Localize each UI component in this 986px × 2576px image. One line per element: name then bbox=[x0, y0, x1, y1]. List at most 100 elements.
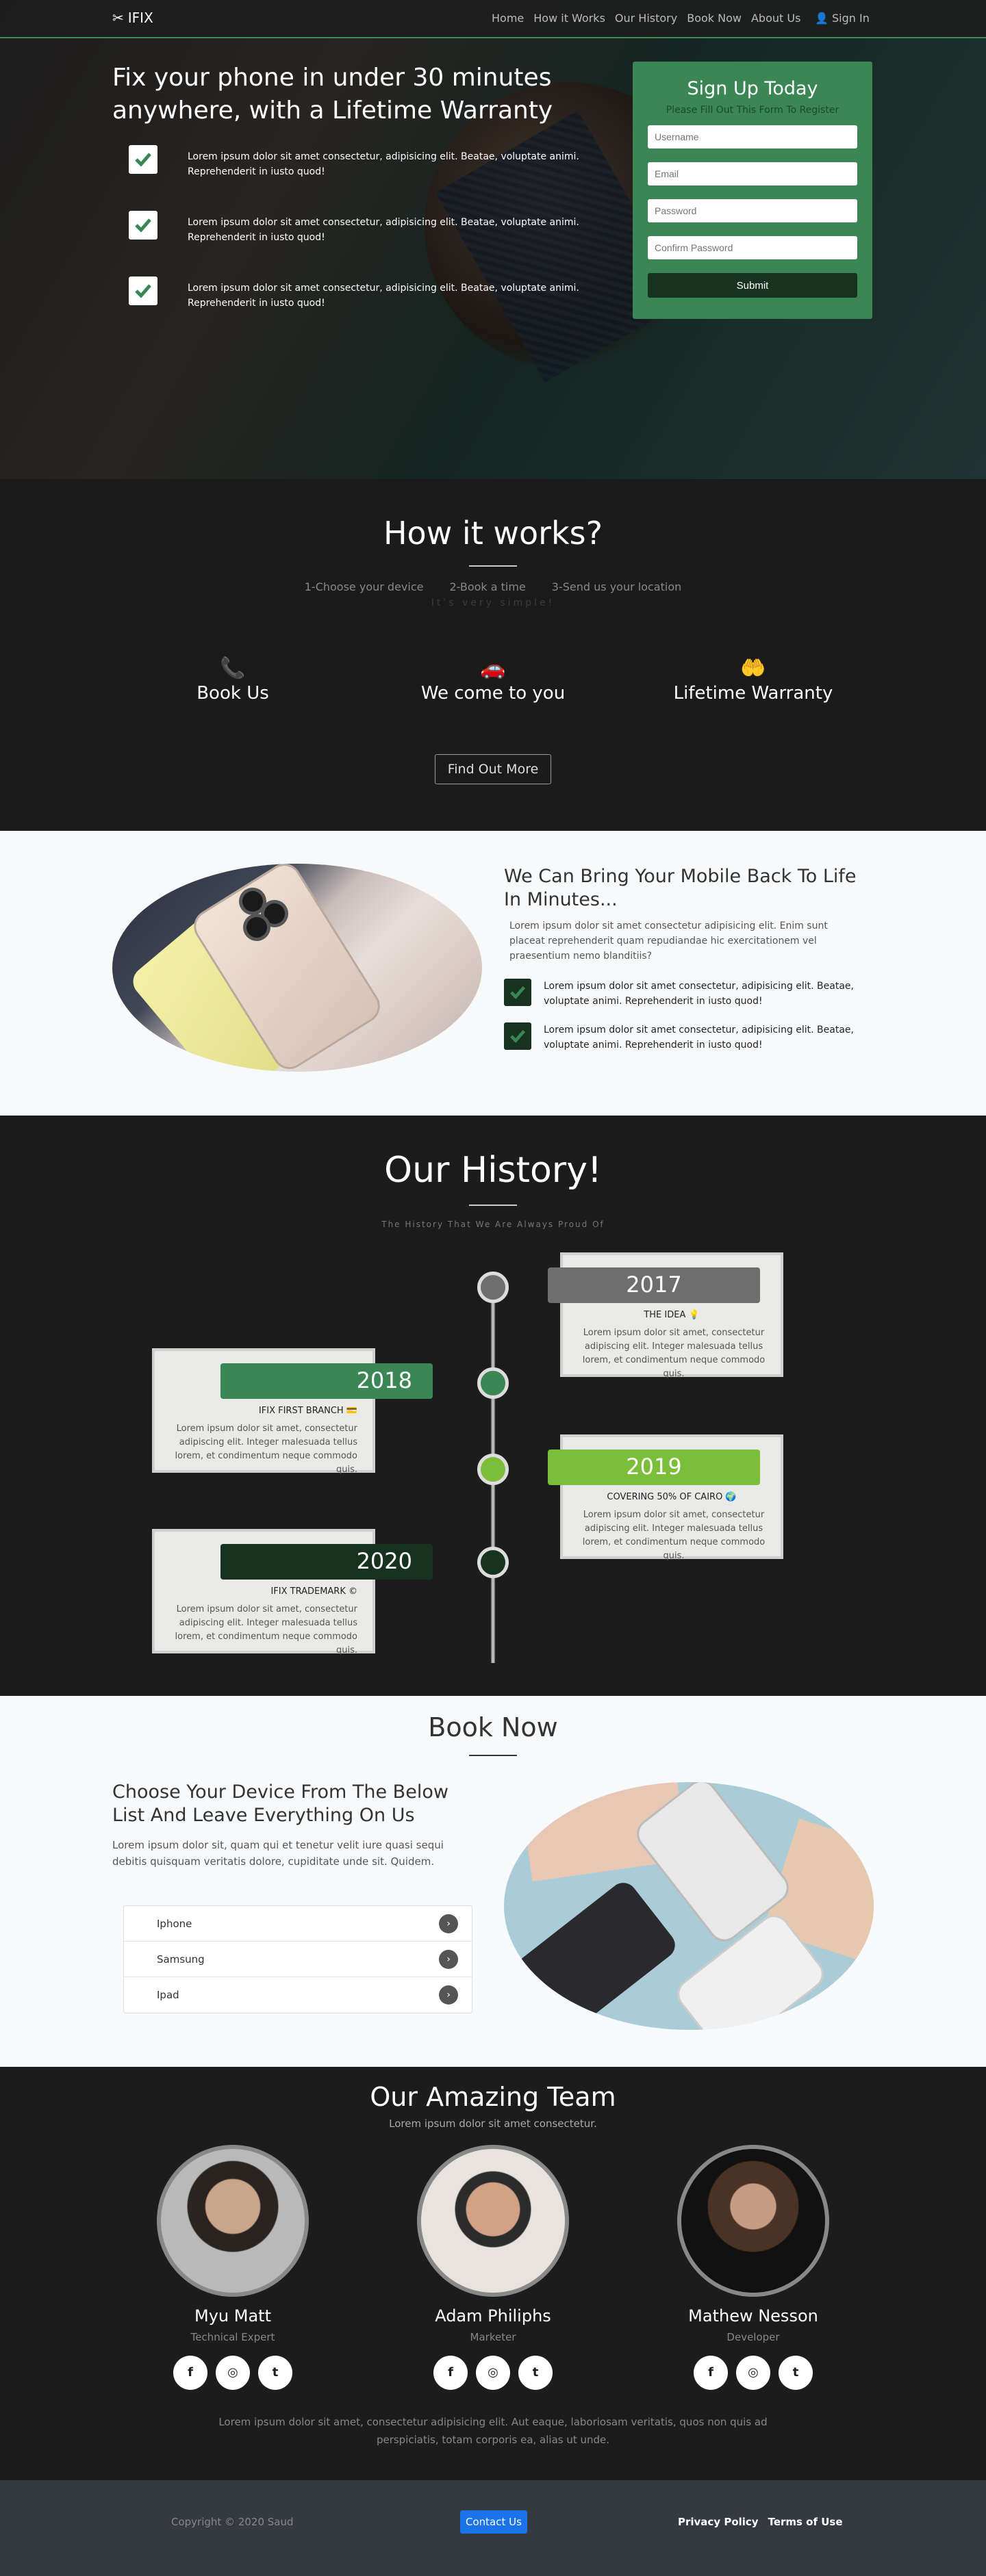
team-section: Our Amazing Team Lorem ipsum dolor sit a… bbox=[0, 2067, 986, 2480]
timeline-year: 2020 bbox=[220, 1544, 433, 1580]
steps-list: 1-Choose your device 2-Book a time 3-Sen… bbox=[0, 580, 986, 593]
signup-subtitle: Please Fill Out This Form To Register bbox=[666, 105, 839, 116]
navbar: ✂ IFIX Home How it Works Our History Book… bbox=[0, 0, 986, 38]
device-label: Iphone bbox=[157, 1917, 192, 1930]
twitter-icon[interactable]: t bbox=[518, 2356, 553, 2390]
facebook-icon[interactable]: f bbox=[173, 2356, 207, 2390]
check-icon bbox=[129, 211, 157, 240]
timeline-year: 2019 bbox=[548, 1450, 760, 1485]
timeline-title: COVERING 50% OF CAIRO 🌍 bbox=[607, 1492, 737, 1502]
check-icon bbox=[504, 1022, 531, 1050]
submit-button[interactable]: Submit bbox=[648, 273, 857, 298]
device-item-iphone[interactable]: Iphone › bbox=[124, 1906, 472, 1942]
simple-text: It's very simple! bbox=[431, 597, 555, 608]
terms-of-use-link[interactable]: Terms of Use bbox=[768, 2516, 843, 2528]
social-links: f ◎ t bbox=[130, 2356, 336, 2390]
facebook-icon[interactable]: f bbox=[694, 2356, 728, 2390]
team-member: Mathew Nesson Developer f ◎ t bbox=[650, 2145, 856, 2390]
instagram-icon[interactable]: ◎ bbox=[736, 2356, 770, 2390]
divider bbox=[469, 1205, 517, 1206]
team-footer-text: Lorem ipsum dolor sit amet, consectetur … bbox=[218, 2416, 768, 2446]
how-col-warranty: 🤲 Lifetime Warranty bbox=[650, 656, 856, 704]
nav-item-home[interactable]: Home bbox=[492, 12, 524, 25]
device-list: Iphone › Samsung › Ipad › bbox=[123, 1905, 472, 2013]
member-name: Myu Matt bbox=[194, 2306, 271, 2326]
signup-form: Sign Up Today Please Fill Out This Form … bbox=[633, 62, 872, 319]
signin-link[interactable]: 👤 Sign In bbox=[815, 12, 870, 25]
brand-logo[interactable]: ✂ IFIX bbox=[112, 10, 153, 26]
twitter-icon[interactable]: t bbox=[779, 2356, 813, 2390]
chevron-right-icon: › bbox=[439, 1914, 458, 1933]
book-now-section: Book Now Choose Your Device From The Bel… bbox=[0, 1696, 986, 2067]
chevron-right-icon: › bbox=[439, 1949, 458, 1969]
bring-feature: Lorem ipsum dolor sit amet consectetur, … bbox=[504, 1022, 874, 1053]
password-input[interactable] bbox=[648, 199, 857, 222]
tools-icon: ✂ bbox=[112, 10, 124, 26]
chevron-right-icon: › bbox=[439, 1985, 458, 2005]
check-icon bbox=[504, 979, 531, 1006]
email-input[interactable] bbox=[648, 162, 857, 185]
timeline-text: Lorem ipsum dolor sit amet, consectetur … bbox=[175, 1424, 357, 1475]
timeline-title: IFIX TRADEMARK © bbox=[270, 1586, 357, 1597]
find-out-more-button[interactable]: Find Out More bbox=[434, 754, 552, 784]
member-role: Developer bbox=[726, 2331, 780, 2343]
history-section: Our History! The History That We Are Alw… bbox=[0, 1116, 986, 1696]
confirm-password-input[interactable] bbox=[648, 236, 857, 259]
feature-text: Lorem ipsum dolor sit amet consectetur, … bbox=[188, 283, 579, 309]
device-item-ipad[interactable]: Ipad › bbox=[124, 1977, 472, 2013]
hero-feature: Lorem ipsum dolor sit amet consectetur, … bbox=[129, 145, 587, 179]
team-title: Our Amazing Team bbox=[370, 2082, 616, 2112]
nav-item-book-now[interactable]: Book Now bbox=[687, 12, 742, 25]
book-heading: Choose Your Device From The Below List A… bbox=[112, 1781, 448, 1826]
nav-item-how-it-works[interactable]: How it Works bbox=[533, 12, 605, 25]
how-columns: 📞 Book Us 🚗 We come to you 🤲 Lifetime Warra… bbox=[103, 656, 883, 704]
member-role: Marketer bbox=[470, 2331, 516, 2343]
username-input[interactable] bbox=[648, 125, 857, 149]
how-col-label: We come to you bbox=[420, 683, 566, 704]
hero-feature: Lorem ipsum dolor sit amet consectetur, … bbox=[129, 276, 587, 311]
timeline-text: Lorem ipsum dolor sit amet, consectetur … bbox=[582, 1510, 766, 1561]
how-col-label: Book Us bbox=[197, 683, 269, 704]
timeline-node bbox=[477, 1367, 509, 1399]
check-icon bbox=[129, 276, 157, 305]
timeline-year: 2018 bbox=[220, 1363, 433, 1399]
bring-title: We Can Bring Your Mobile Back To Life In… bbox=[504, 866, 857, 910]
hero-section: Fix your phone in under 30 minutes anywh… bbox=[0, 0, 986, 479]
hands-icon: 🤲 bbox=[740, 656, 766, 680]
instagram-icon[interactable]: ◎ bbox=[476, 2356, 510, 2390]
nav-menu: Home How it Works Our History Book Now A… bbox=[492, 12, 800, 25]
how-col-label: Lifetime Warranty bbox=[673, 683, 833, 704]
device-label: Samsung bbox=[157, 1953, 205, 1966]
page-footer: Copyright © 2020 Saud Contact Us Privacy… bbox=[0, 2480, 986, 2576]
member-role: Technical Expert bbox=[190, 2331, 275, 2343]
car-icon: 🚗 bbox=[480, 656, 506, 680]
feature-text: Lorem ipsum dolor sit amet consectetur, … bbox=[188, 151, 579, 177]
devices-image bbox=[504, 1782, 874, 2030]
history-subtitle: The History That We Are Always Proud Of bbox=[381, 1220, 605, 1229]
copyright: Copyright © 2020 Saud bbox=[171, 2516, 294, 2528]
nav-item-our-history[interactable]: Our History bbox=[615, 12, 677, 25]
hero-title: Fix your phone in under 30 minutes anywh… bbox=[112, 64, 553, 125]
device-item-samsung[interactable]: Samsung › bbox=[124, 1942, 472, 1977]
member-name: Mathew Nesson bbox=[688, 2306, 818, 2326]
divider bbox=[469, 1755, 517, 1756]
avatar bbox=[417, 2145, 569, 2297]
privacy-policy-link[interactable]: Privacy Policy bbox=[678, 2516, 759, 2528]
twitter-icon[interactable]: t bbox=[258, 2356, 292, 2390]
check-icon bbox=[129, 145, 157, 174]
divider bbox=[469, 565, 517, 567]
nav-item-about-us[interactable]: About Us bbox=[751, 12, 800, 25]
signup-title: Sign Up Today bbox=[687, 78, 818, 99]
timeline-card-2019: 2019 COVERING 50% OF CAIRO 🌍 Lorem ipsum… bbox=[548, 1434, 783, 1561]
instagram-icon[interactable]: ◎ bbox=[216, 2356, 250, 2390]
facebook-icon[interactable]: f bbox=[433, 2356, 468, 2390]
timeline-card-2017: 2017 THE IDEA 💡 Lorem ipsum dolor sit am… bbox=[548, 1252, 783, 1379]
feature-text: Lorem ipsum dolor sit amet consectetur, … bbox=[188, 217, 579, 243]
team-member: Myu Matt Technical Expert f ◎ t bbox=[130, 2145, 336, 2390]
book-title: Book Now bbox=[428, 1712, 558, 1742]
avatar bbox=[677, 2145, 829, 2297]
contact-us-button[interactable]: Contact Us bbox=[460, 2510, 527, 2534]
how-col-book: 📞 Book Us bbox=[130, 656, 336, 704]
team-member: Adam Philiphs Marketer f ◎ t bbox=[390, 2145, 596, 2390]
timeline-node bbox=[477, 1454, 509, 1485]
